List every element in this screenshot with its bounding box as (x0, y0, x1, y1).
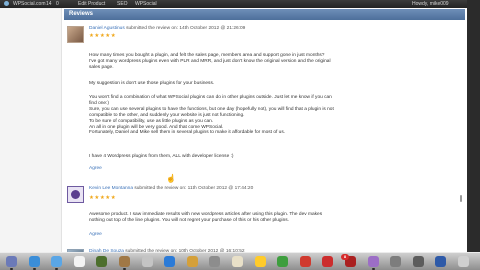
reviewer-name-link[interactable]: Daniel Agustinus (89, 26, 125, 31)
admin-bar-wpsocial[interactable]: WPSocial (135, 0, 157, 8)
admin-bar-edit-product[interactable]: Edit Product (78, 0, 105, 8)
dock-app-icon[interactable] (435, 256, 447, 267)
agree-link[interactable]: Agree (89, 166, 102, 171)
dock (0, 252, 480, 270)
dock-app-icon[interactable] (73, 256, 85, 267)
admin-bar-seo[interactable]: SEO (117, 0, 128, 8)
dock-app-icon[interactable] (232, 256, 243, 267)
dock-app-icon[interactable] (254, 256, 266, 267)
dock-app-icon[interactable] (51, 256, 63, 267)
dock-app-icon[interactable] (412, 256, 424, 267)
dock-app-icon[interactable] (277, 256, 289, 267)
browser-side-panel (0, 0, 62, 252)
reviewer-name-link[interactable]: Kevin Lee Montanna (89, 186, 133, 191)
wp-logo-icon[interactable] (4, 0, 11, 8)
admin-bar-comments[interactable]: 0 (56, 0, 59, 8)
reviews-header: Reviews (64, 9, 465, 20)
dock-app-icon[interactable] (96, 256, 108, 267)
dock-app-icon[interactable] (6, 256, 17, 267)
reviewer-avatar[interactable] (67, 26, 84, 43)
review-paragraph: You won't find a combination of what WPS… (89, 95, 334, 136)
dock-app-icon[interactable] (390, 256, 402, 267)
review-paragraph: My suggestion is don't use those plugins… (89, 81, 215, 86)
dock-app-icon[interactable] (367, 256, 379, 267)
dock-app-icon[interactable] (164, 256, 176, 267)
notification-badge: 8 (341, 254, 349, 260)
dock-app-icon[interactable] (28, 256, 40, 267)
dock-app-icon[interactable] (322, 256, 334, 267)
review-meta: Daniel Agustinus submitted the review on… (89, 26, 246, 31)
dock-app-icon[interactable] (119, 256, 130, 267)
admin-bar-account[interactable]: Howdy, mike009 (412, 0, 449, 8)
reviews-panel: Reviews Daniel Agustinus submitted the r… (62, 8, 467, 266)
star-rating: ★★★★★ (89, 33, 117, 39)
window-edge (467, 0, 480, 252)
dock-app-icon[interactable] (458, 256, 469, 267)
dock-app-icon[interactable] (186, 256, 198, 267)
admin-bar-updates[interactable]: 14 (46, 0, 52, 8)
agree-link[interactable]: Agree (89, 232, 102, 237)
review-paragraph: How many times you bought a plugin, and … (89, 53, 331, 70)
dock-app-icon[interactable] (209, 256, 221, 267)
review-paragraph: Awesome product. I saw immediate results… (89, 212, 323, 223)
review-paragraph: I have 4 Wordpress plugins from them, AL… (89, 154, 234, 159)
admin-bar-site-link[interactable]: WPSocial.com (13, 0, 46, 8)
dock-app-icon[interactable] (299, 256, 311, 267)
dock-app-icon[interactable] (141, 256, 153, 267)
star-rating: ★★★★★ (89, 195, 117, 201)
reviewer-avatar[interactable] (67, 186, 84, 203)
screen: WPSocial.com 14 0 Edit Product SEO WPSoc… (0, 0, 480, 270)
hand-cursor-icon: ☝ (166, 174, 176, 183)
scrollbar-thumb[interactable] (460, 195, 462, 202)
admin-bar: WPSocial.com 14 0 Edit Product SEO WPSoc… (0, 0, 467, 8)
review-meta: Kevin Lee Montanna submitted the review … (89, 186, 254, 191)
